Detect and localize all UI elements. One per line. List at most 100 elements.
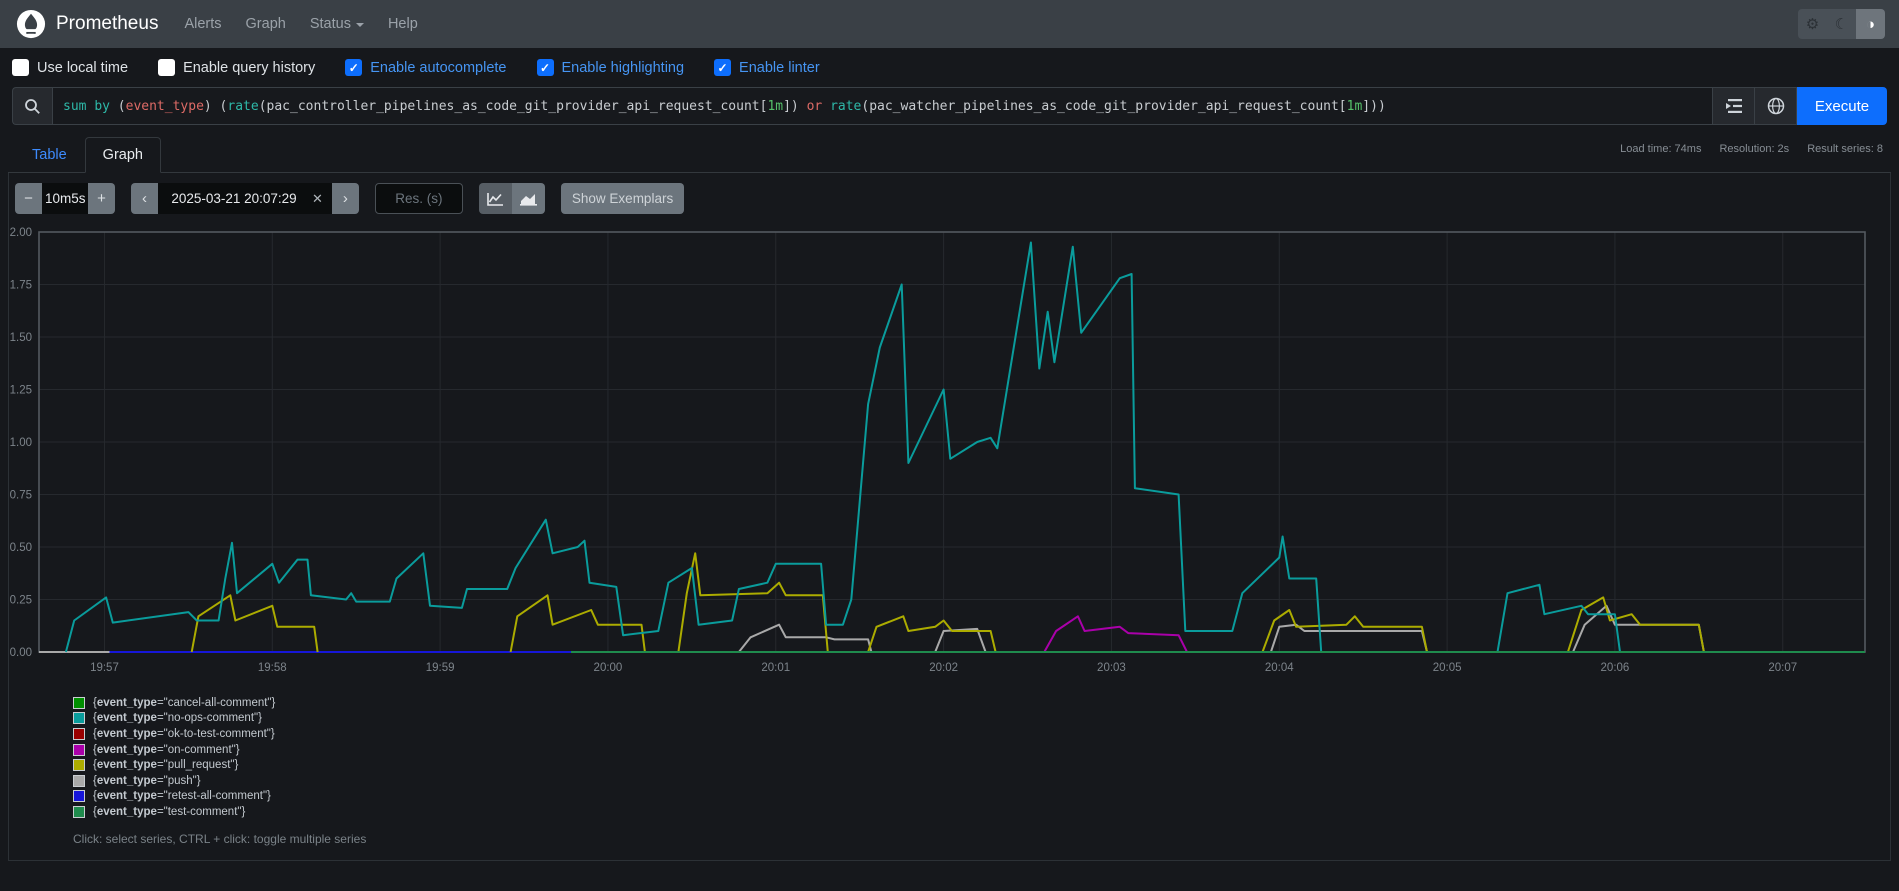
y-axis-tick-label: 1.75 bbox=[10, 280, 32, 292]
dark-theme-button[interactable]: ☾ bbox=[1827, 9, 1856, 39]
option-enable-linter[interactable]: ✓Enable linter bbox=[714, 59, 820, 76]
metrics-explorer-button[interactable] bbox=[1755, 87, 1797, 125]
globe-icon bbox=[1767, 97, 1785, 115]
query-token: rate bbox=[227, 99, 258, 114]
prometheus-brand[interactable]: Prometheus bbox=[16, 9, 158, 39]
legend-label: {event_type="cancel-all-comment"} bbox=[93, 697, 275, 709]
tab-graph[interactable]: Graph bbox=[85, 137, 161, 173]
legend-item-retest-all-comment[interactable]: {event_type="retest-all-comment"} bbox=[73, 789, 1890, 805]
resolution: Resolution: 2s bbox=[1719, 143, 1789, 155]
legend-label: {event_type="retest-all-comment"} bbox=[93, 790, 271, 802]
graph-type-toggle bbox=[479, 183, 545, 214]
auto-theme-button[interactable]: ◑ bbox=[1856, 9, 1885, 39]
series-line-no-ops-comment[interactable] bbox=[66, 243, 1865, 653]
legend-item-no-ops-comment[interactable]: {event_type="no-ops-comment"} bbox=[73, 711, 1890, 727]
checkbox-unchecked-icon[interactable] bbox=[158, 59, 175, 76]
execute-button[interactable]: Execute bbox=[1797, 87, 1887, 125]
option-enable-autocomplete[interactable]: ✓ Enable autocomplete bbox=[345, 59, 506, 76]
x-axis-tick-label: 20:07 bbox=[1768, 662, 1797, 674]
nav-graph[interactable]: Graph bbox=[246, 16, 286, 32]
range-decrease-button[interactable]: − bbox=[15, 183, 42, 214]
tab-table[interactable]: Table bbox=[14, 137, 85, 173]
stacked-chart-icon bbox=[520, 192, 537, 206]
legend-item-test-comment[interactable]: {event_type="test-comment"} bbox=[73, 804, 1890, 820]
legend-item-ok-to-test-comment[interactable]: {event_type="ok-to-test-comment"} bbox=[73, 726, 1890, 742]
legend-label: {event_type="push"} bbox=[93, 775, 201, 787]
legend-item-pull_request[interactable]: {event_type="pull_request"} bbox=[73, 757, 1890, 773]
legend-swatch bbox=[73, 697, 85, 709]
query-token: sum bbox=[63, 99, 86, 114]
series-line-push[interactable] bbox=[1271, 625, 1427, 652]
checkbox-checked-icon[interactable]: ✓ bbox=[345, 59, 362, 76]
y-axis-tick-label: 1.00 bbox=[10, 437, 32, 449]
x-axis-tick-label: 20:00 bbox=[594, 662, 623, 674]
light-theme-button[interactable]: ⚙ bbox=[1798, 9, 1827, 39]
gear-icon: ⚙ bbox=[1806, 15, 1819, 33]
x-axis-tick-label: 19:57 bbox=[90, 662, 119, 674]
option-enable-highlighting[interactable]: ✓Enable highlighting bbox=[537, 59, 685, 76]
checkbox-checked-icon[interactable]: ✓ bbox=[537, 59, 554, 76]
checkbox-unchecked-icon[interactable] bbox=[12, 59, 29, 76]
query-token: ])) bbox=[1362, 99, 1385, 114]
legend-swatch bbox=[73, 744, 85, 756]
show-exemplars-button[interactable]: Show Exemplars bbox=[561, 183, 684, 214]
query-expression-input[interactable]: sum by (event_type) (rate(pac_controller… bbox=[52, 87, 1713, 125]
nav-alerts[interactable]: Alerts bbox=[184, 16, 221, 32]
line-graph-button[interactable] bbox=[479, 183, 512, 214]
query-token: ( bbox=[110, 99, 126, 114]
query-token: ]) bbox=[783, 99, 806, 114]
nav-status[interactable]: Status bbox=[310, 16, 364, 32]
format-expression-button[interactable] bbox=[1713, 87, 1755, 125]
range-input[interactable] bbox=[42, 183, 88, 214]
search-icon-box bbox=[12, 87, 52, 125]
time-forward-button[interactable]: › bbox=[332, 183, 359, 214]
time-back-button[interactable]: ‹ bbox=[131, 183, 158, 214]
query-token: rate bbox=[830, 99, 861, 114]
range-stepper: − + bbox=[15, 183, 115, 214]
option-use-local-time[interactable]: Use local time bbox=[12, 59, 128, 76]
series-line-push[interactable] bbox=[1573, 606, 1704, 652]
option-enable-query-history[interactable]: Enable query history bbox=[158, 59, 315, 76]
moon-icon: ☾ bbox=[1835, 15, 1848, 33]
series-line-push[interactable] bbox=[935, 629, 985, 652]
graph-panel: − + ‹ ✕ › bbox=[8, 173, 1891, 861]
query-token bbox=[86, 99, 94, 114]
checkbox-checked-icon[interactable]: ✓ bbox=[714, 59, 731, 76]
x-axis-tick-label: 19:58 bbox=[258, 662, 287, 674]
resolution-input[interactable] bbox=[375, 183, 463, 214]
query-token: 1m bbox=[1347, 99, 1363, 114]
clear-datetime-icon[interactable]: ✕ bbox=[310, 191, 332, 207]
tabs-row: Table Graph Load time: 74ms Resolution: … bbox=[8, 137, 1891, 173]
chart-area: 0.000.250.500.751.001.251.501.752.0019:5… bbox=[9, 224, 1890, 687]
query-token: or bbox=[807, 99, 823, 114]
range-increase-button[interactable]: + bbox=[88, 183, 115, 214]
prometheus-logo-icon bbox=[16, 9, 46, 39]
y-axis-tick-label: 1.25 bbox=[10, 385, 32, 397]
x-axis-tick-label: 20:01 bbox=[761, 662, 790, 674]
time-series-chart[interactable]: 0.000.250.500.751.001.251.501.752.0019:5… bbox=[9, 224, 1889, 682]
series-line-pull_request[interactable] bbox=[868, 616, 996, 652]
legend-label: {event_type="ok-to-test-comment"} bbox=[93, 728, 275, 740]
option-label: Enable query history bbox=[183, 60, 315, 76]
query-token bbox=[822, 99, 830, 114]
option-label: Enable autocomplete bbox=[370, 60, 506, 76]
legend-label: {event_type="on-comment"} bbox=[93, 744, 240, 756]
legend-swatch bbox=[73, 712, 85, 724]
query-token: (pac_controller_pipelines_as_code_git_pr… bbox=[259, 99, 768, 114]
navbar: Prometheus Alerts Graph Status Help ⚙ ☾ … bbox=[0, 0, 1899, 48]
series-line-on-comment[interactable] bbox=[1044, 616, 1187, 652]
x-axis-tick-label: 20:04 bbox=[1265, 662, 1294, 674]
query-token: by bbox=[94, 99, 110, 114]
x-axis-tick-label: 19:59 bbox=[426, 662, 455, 674]
stacked-graph-button[interactable] bbox=[512, 183, 545, 214]
legend-item-cancel-all-comment[interactable]: {event_type="cancel-all-comment"} bbox=[73, 695, 1890, 711]
legend-item-on-comment[interactable]: {event_type="on-comment"} bbox=[73, 742, 1890, 758]
series-line-pull_request[interactable] bbox=[511, 595, 645, 652]
datetime-input[interactable] bbox=[158, 191, 310, 206]
series-line-push[interactable] bbox=[739, 625, 872, 652]
series-line-pull_request[interactable] bbox=[192, 595, 318, 652]
y-axis-tick-label: 2.00 bbox=[10, 227, 32, 239]
nav-help[interactable]: Help bbox=[388, 16, 418, 32]
x-axis-tick-label: 20:06 bbox=[1601, 662, 1630, 674]
legend-item-push[interactable]: {event_type="push"} bbox=[73, 773, 1890, 789]
